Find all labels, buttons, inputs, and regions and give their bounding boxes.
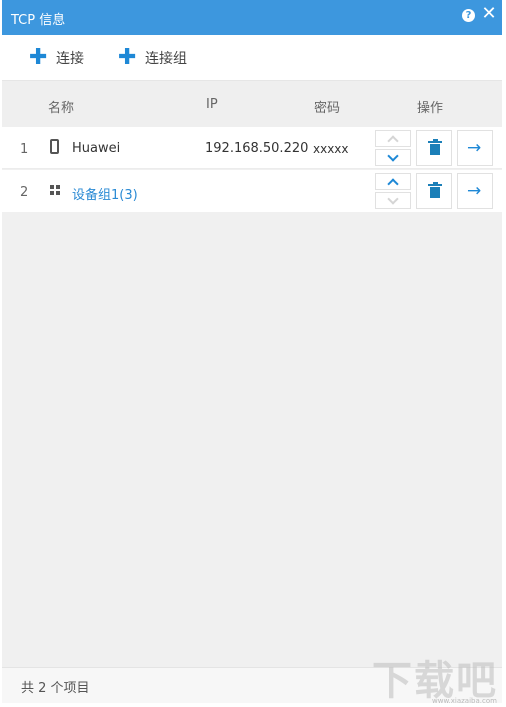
reorder-stepper xyxy=(375,173,411,209)
move-down-button[interactable] xyxy=(375,192,411,209)
tcp-info-window: TCP 信息 ? ✕ ✚ 连接 ✚ 连接组 名称 IP 密码 操作 1 Huaw… xyxy=(0,0,506,707)
item-count: 共 2 个项目 xyxy=(21,681,90,696)
help-icon[interactable]: ? xyxy=(462,9,475,22)
row-name: Huawei xyxy=(72,141,121,156)
delete-button[interactable] xyxy=(416,173,452,209)
column-header-name: 名称 xyxy=(48,101,75,116)
chevron-down-icon xyxy=(387,150,399,162)
column-header-ip: IP xyxy=(206,97,218,112)
row-name-link[interactable]: 设备组1(3) xyxy=(72,184,138,203)
arrow-right-icon: → xyxy=(467,138,482,158)
connect-button[interactable]: ✚ 连接 xyxy=(29,45,84,70)
connect-group-button-label: 连接组 xyxy=(145,51,187,67)
connect-row-button[interactable]: → xyxy=(457,173,493,209)
plus-icon: ✚ xyxy=(29,45,48,70)
close-icon[interactable]: ✕ xyxy=(481,5,497,23)
connect-group-button[interactable]: ✚ 连接组 xyxy=(118,45,187,70)
phone-icon xyxy=(50,139,59,154)
connect-button-label: 连接 xyxy=(56,51,84,67)
plus-icon: ✚ xyxy=(118,45,137,70)
move-down-button[interactable] xyxy=(375,149,411,166)
column-header-actions: 操作 xyxy=(417,101,444,116)
toolbar: ✚ 连接 ✚ 连接组 xyxy=(2,35,502,81)
column-header-password: 密码 xyxy=(314,101,341,116)
connect-row-button[interactable]: → xyxy=(457,130,493,166)
reorder-stepper xyxy=(375,130,411,166)
chevron-up-icon xyxy=(387,178,399,190)
move-up-button[interactable] xyxy=(375,173,411,190)
trash-icon xyxy=(428,182,442,199)
window-title: TCP 信息 xyxy=(11,13,66,28)
title-bar: TCP 信息 ? ✕ xyxy=(2,0,502,35)
row-index: 1 xyxy=(20,142,29,157)
row-password: xxxxx xyxy=(313,142,349,156)
watermark-url: www.xiazaiba.com xyxy=(432,697,497,705)
trash-icon xyxy=(428,139,442,156)
move-up-button[interactable] xyxy=(375,130,411,147)
chevron-down-icon xyxy=(387,193,399,205)
chevron-up-icon xyxy=(387,135,399,147)
arrow-right-icon: → xyxy=(467,181,482,201)
row-ip: 192.168.50.220 xyxy=(205,141,309,156)
table-row[interactable]: 2 设备组1(3) → xyxy=(2,170,502,212)
table-row[interactable]: 1 Huawei 192.168.50.220 xxxxx → xyxy=(2,127,502,169)
grid-icon xyxy=(50,185,60,195)
connection-table: 名称 IP 密码 操作 1 Huawei 192.168.50.220 xxxx… xyxy=(2,81,502,667)
row-index: 2 xyxy=(20,185,29,200)
table-header: 名称 IP 密码 操作 xyxy=(2,81,502,127)
delete-button[interactable] xyxy=(416,130,452,166)
